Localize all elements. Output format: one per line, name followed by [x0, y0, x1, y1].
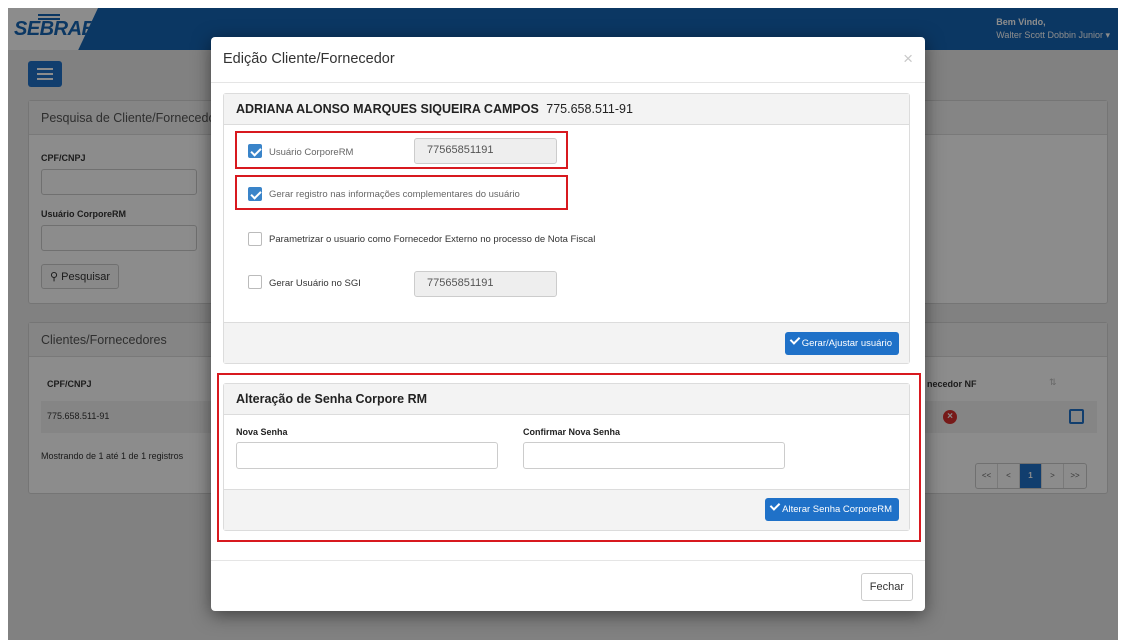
gerar-ajustar-button[interactable]: Gerar/Ajustar usuário [784, 332, 899, 355]
highlight-senha-section [217, 373, 921, 542]
modal-title: Edição Cliente/Fornecedor [223, 51, 395, 67]
client-card-footer: Gerar/Ajustar usuário [224, 322, 909, 363]
modal-footer: Fechar [211, 560, 925, 611]
highlight-usuario-corporerm [235, 131, 568, 169]
check-icon [789, 334, 801, 345]
client-header: ADRIANA ALONSO MARQUES SIQUEIRA CAMPOS 7… [224, 94, 909, 125]
modal-header: Edição Cliente/Fornecedor × [211, 37, 925, 83]
gerar-ajustar-label: Gerar/Ajustar usuário [801, 338, 892, 349]
parametrizar-checkbox[interactable] [248, 232, 262, 246]
client-cpf: 775.658.511-91 [546, 102, 633, 116]
fechar-button[interactable]: Fechar [860, 573, 913, 601]
gerar-sgi-checkbox[interactable] [248, 275, 262, 289]
gerar-sgi-input[interactable]: 77565851191 [414, 271, 557, 297]
close-icon[interactable]: × [903, 49, 913, 69]
client-name: ADRIANA ALONSO MARQUES SIQUEIRA CAMPOS [236, 102, 539, 116]
highlight-gerar-registro [235, 175, 568, 210]
gerar-sgi-label: Gerar Usuário no SGI [269, 278, 361, 289]
parametrizar-label: Parametrizar o usuario como Fornecedor E… [269, 234, 596, 245]
